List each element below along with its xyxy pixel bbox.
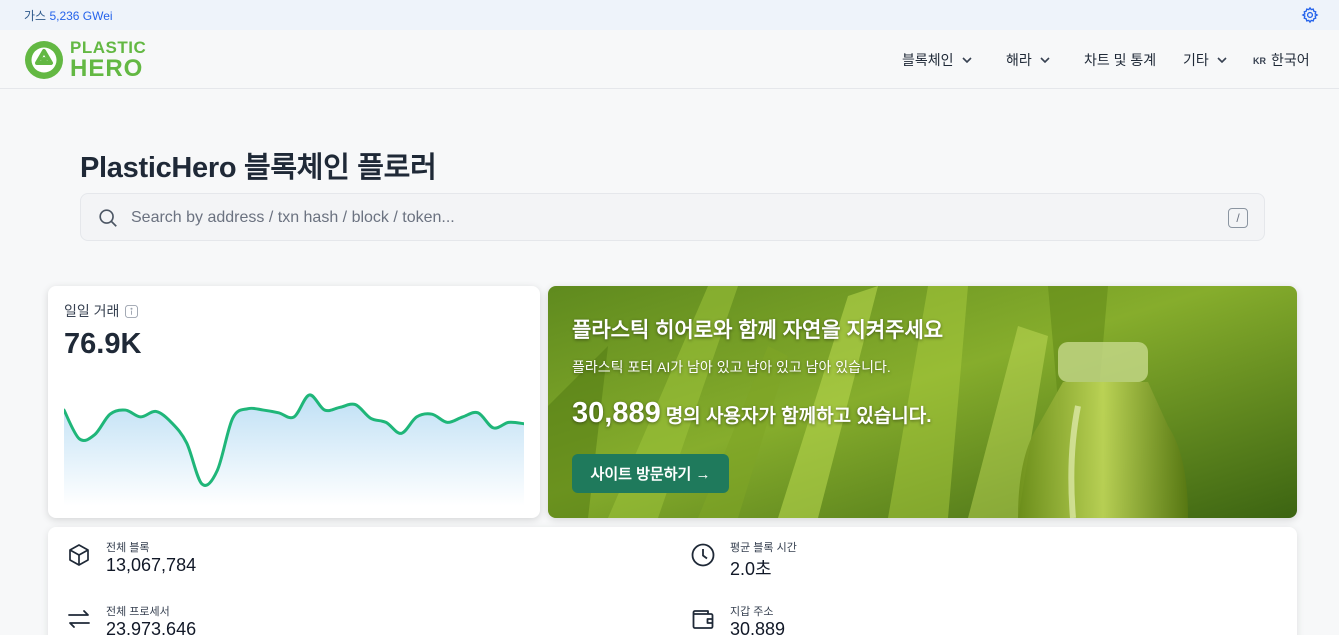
stats-panel: 전체 블록 13,067,784 평균 블록 시간 2.0초 전체 프로세서 2… [48, 527, 1297, 635]
chevron-down-icon [1217, 57, 1227, 63]
clock-icon [691, 543, 715, 567]
nav-ecosystem-label: 해라 [1006, 52, 1032, 68]
nav-charts-label: 차트 및 통계 [1084, 52, 1157, 68]
nav-charts[interactable]: 차트 및 통계 [1084, 50, 1156, 70]
nav-other[interactable]: 기타 [1183, 50, 1227, 70]
chart-area-fill [64, 394, 524, 506]
stat-label: 전체 프로세서 [106, 606, 170, 618]
stat-label: 전체 블록 [106, 542, 150, 554]
cube-icon [69, 544, 89, 566]
chevron-down-icon [1040, 57, 1050, 63]
stat-value: 23,973,646 [106, 619, 197, 635]
promo-banner: 플라스틱 히어로와 함께 자연을 지켜주세요 플라스틱 포터 AI가 남아 있고… [548, 286, 1297, 518]
language-switcher[interactable]: KR 한국어 [1253, 50, 1310, 70]
search-icon [99, 209, 117, 227]
search-input[interactable] [131, 204, 1211, 232]
stat-value: 13,067,784 [106, 555, 197, 575]
chevron-down-icon [961, 57, 972, 63]
wallet-icon [692, 610, 714, 629]
stat-value: 2.0초 [730, 559, 772, 579]
users-text: 명의 사용자가 함께하고 있습니다. [665, 406, 932, 427]
nav-ecosystem[interactable]: 해라 [1006, 50, 1050, 70]
daily-tx-value: 76.9K [64, 328, 142, 360]
daily-tx-label-row: 일일 거래 [64, 301, 139, 321]
banner-title: 플라스틱 히어로와 함께 자연을 지켜주세요 [572, 319, 944, 342]
stat-label: 지갑 주소 [730, 606, 774, 618]
gas-price: 가스 5,236 GWei [24, 7, 113, 24]
banner-subtitle: 플라스틱 포터 AI가 남아 있고 남아 있고 남아 있습니다. [572, 359, 891, 375]
stat-label: 평균 블록 시간 [730, 542, 797, 554]
lang-label: 한국어 [1271, 52, 1310, 68]
daily-tx-chart [64, 393, 524, 506]
recycle-logo-icon [25, 41, 63, 79]
banner-users-count: 30,889 명의 사용자가 함께하고 있습니다. [572, 397, 932, 430]
gas-label: 가스 [24, 9, 47, 23]
stat-value: 30,889 [730, 619, 786, 635]
logo-line1: PLASTIC [70, 38, 147, 57]
search-bar[interactable]: / [80, 193, 1265, 241]
gas-value[interactable]: 5,236 GWei [49, 9, 112, 23]
gear-icon[interactable] [1301, 6, 1319, 24]
lang-code: KR [1253, 56, 1266, 66]
header: PLASTIC HERO 블록체인 해라 차트 및 통계 기타 KR 한국어 [0, 30, 1339, 89]
nav-blockchain[interactable]: 블록체인 [902, 50, 972, 70]
top-info-bar: 가스 5,236 GWei [0, 0, 1339, 30]
visit-site-button[interactable]: 사이트 방문하기 → [572, 454, 729, 493]
logo-line2: HERO [70, 55, 144, 82]
nav-blockchain-label: 블록체인 [902, 52, 954, 68]
daily-tx-label: 일일 거래 [64, 303, 120, 319]
transfer-arrows-icon [68, 610, 90, 628]
logo[interactable]: PLASTIC HERO [24, 39, 164, 81]
users-number: 30,889 [572, 397, 661, 429]
keyboard-shortcut-badge: / [1228, 208, 1248, 228]
info-icon[interactable] [125, 304, 139, 318]
nav-other-label: 기타 [1183, 52, 1209, 68]
page-title: PlasticHero 블록체인 플로러 [80, 152, 437, 184]
daily-transactions-card: 일일 거래 76.9K [48, 286, 540, 518]
logo-wordmark: PLASTIC HERO [70, 39, 146, 81]
